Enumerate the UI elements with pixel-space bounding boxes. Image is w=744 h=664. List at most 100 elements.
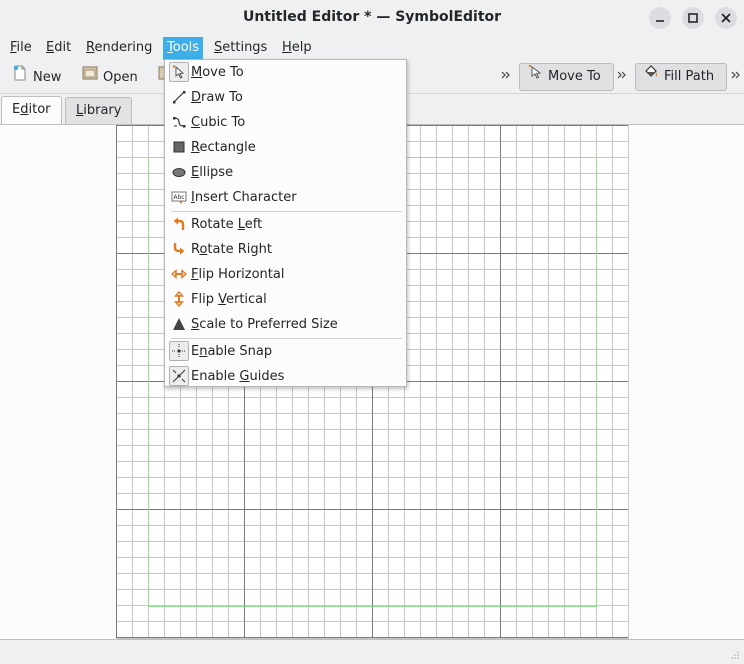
- menu-help[interactable]: Help: [278, 37, 316, 60]
- label-mnemonic: V: [218, 292, 226, 307]
- tab-library[interactable]: Library: [65, 97, 133, 124]
- label-post: ertical: [225, 292, 267, 307]
- label-post: tate Right: [207, 242, 272, 257]
- menu-item-label: Rotate Left: [191, 212, 262, 237]
- insert-character-icon: Abc: [169, 187, 189, 207]
- snap-icon: [169, 341, 189, 361]
- menu-item-ellipse[interactable]: Ellipse: [165, 160, 406, 185]
- menu-item-label: Draw To: [191, 85, 243, 110]
- menu-tools-rest: ools: [172, 40, 200, 55]
- menu-item-scale-to-preferred-size[interactable]: Scale to Preferred Size: [165, 312, 406, 337]
- menu-item-draw-to[interactable]: Draw To: [165, 85, 406, 110]
- tab-library-post: ibrary: [83, 103, 122, 118]
- label-mnemonic: C: [191, 115, 201, 130]
- menu-item-rectangle[interactable]: Rectangle: [165, 135, 406, 160]
- menu-item-insert-character[interactable]: Abc Insert Character: [165, 185, 406, 210]
- label-mnemonic: L: [237, 217, 245, 232]
- menu-item-enable-guides[interactable]: Enable Guides: [165, 364, 406, 389]
- label-mnemonic: G: [239, 369, 250, 384]
- menu-item-label: Ellipse: [191, 160, 233, 185]
- fill-path-toolbar-label: Fill Path: [664, 69, 715, 84]
- label-post: ove To: [202, 65, 244, 80]
- open-button[interactable]: Open: [74, 64, 145, 92]
- resize-grip-icon[interactable]: [730, 650, 740, 660]
- label-pre: Rotate: [191, 217, 238, 232]
- menu-help-mnemonic: H: [282, 40, 292, 55]
- menu-settings[interactable]: Settings: [210, 37, 271, 60]
- svg-text:Abc: Abc: [173, 194, 184, 201]
- menu-item-label: Enable Snap: [191, 339, 272, 364]
- toolbar-overflow-icon-2[interactable]: [616, 68, 628, 86]
- menu-file-rest: ile: [16, 40, 32, 55]
- menu-item-flip-vertical[interactable]: Flip Vertical: [165, 287, 406, 312]
- tab-editor[interactable]: Editor: [1, 96, 62, 125]
- label-pre: Enable: [191, 369, 240, 384]
- move-to-toolbar-label: Move To: [548, 69, 601, 84]
- title-bar: Untitled Editor * — SymbolEditor: [0, 0, 744, 36]
- label-pre: Flip: [191, 292, 219, 307]
- close-icon[interactable]: [715, 7, 737, 29]
- rotate-left-icon: [169, 214, 189, 234]
- window-title: Untitled Editor * — SymbolEditor: [242, 9, 502, 25]
- move-to-icon: [526, 63, 544, 91]
- label-mnemonic: M: [191, 65, 203, 80]
- menu-item-label: Cubic To: [191, 110, 245, 135]
- menu-item-label: Flip Horizontal: [191, 262, 284, 287]
- maximize-icon[interactable]: [682, 7, 704, 29]
- menu-item-rotate-right[interactable]: Rotate Right: [165, 237, 406, 262]
- menu-item-flip-horizontal[interactable]: Flip Horizontal: [165, 262, 406, 287]
- menu-settings-rest: ettings: [222, 40, 268, 55]
- cubic-to-icon: [169, 112, 189, 132]
- label-pre: E: [191, 344, 200, 359]
- minimize-icon[interactable]: [649, 7, 671, 29]
- tab-editor-pre: E: [12, 102, 21, 117]
- menu-item-label: Scale to Preferred Size: [191, 312, 338, 337]
- move-to-icon: [169, 62, 189, 82]
- ellipse-icon: [169, 162, 189, 182]
- menu-item-label: Rectangle: [191, 135, 256, 160]
- menu-edit[interactable]: Edit: [42, 37, 75, 60]
- tools-menu: Move To Draw To Cubic To Rectangle Ellip…: [164, 59, 407, 387]
- label-mnemonic: D: [191, 90, 202, 105]
- menu-file[interactable]: File: [6, 37, 36, 60]
- open-button-label: Open: [103, 70, 138, 85]
- label-post: eft: [244, 217, 263, 232]
- guides-icon: [169, 366, 189, 386]
- menu-rendering-rest: endering: [94, 40, 153, 55]
- label-post: lip Horizontal: [198, 267, 285, 282]
- menu-edit-mnemonic: E: [46, 40, 55, 55]
- fill-bucket-icon: [642, 63, 660, 91]
- new-button[interactable]: New: [4, 64, 68, 92]
- menu-item-label: Insert Character: [191, 185, 297, 210]
- label-post: ectangle: [199, 140, 256, 155]
- menu-bar: File Edit Rendering Tools Settings Help: [0, 36, 744, 60]
- toolbar-overflow-icon[interactable]: [500, 68, 512, 86]
- status-bar: [0, 640, 744, 664]
- menu-item-rotate-left[interactable]: Rotate Left: [165, 212, 406, 237]
- draw-to-icon: [169, 87, 189, 107]
- tab-editor-post: itor: [28, 102, 51, 117]
- menu-item-label: Rotate Right: [191, 237, 272, 262]
- fill-path-toolbar-button[interactable]: Fill Path: [635, 63, 727, 91]
- menu-item-label: Flip Vertical: [191, 287, 267, 312]
- label-post: uides: [249, 369, 285, 384]
- rectangle-icon: [169, 137, 189, 157]
- toolbar-overflow-icon-3[interactable]: [731, 68, 741, 86]
- rotate-right-icon: [169, 239, 189, 259]
- menu-item-move-to[interactable]: Move To: [165, 60, 406, 85]
- menu-tools[interactable]: Tools: [163, 37, 204, 60]
- menu-item-label: Enable Guides: [191, 364, 284, 389]
- new-document-icon: [11, 64, 29, 92]
- flip-vertical-icon: [169, 289, 189, 309]
- new-button-label: New: [33, 70, 62, 85]
- menu-item-cubic-to[interactable]: Cubic To: [165, 110, 406, 135]
- move-to-toolbar-button[interactable]: Move To: [519, 63, 614, 91]
- menu-rendering[interactable]: Rendering: [82, 37, 156, 60]
- scale-icon: [169, 314, 189, 334]
- menu-item-enable-snap[interactable]: Enable Snap: [165, 339, 406, 364]
- menu-help-rest: elp: [291, 40, 312, 55]
- label-post: llipse: [199, 165, 234, 180]
- menu-edit-rest: dit: [54, 40, 72, 55]
- label-post: cale to Preferred Size: [199, 317, 338, 332]
- label-post: ubic To: [200, 115, 246, 130]
